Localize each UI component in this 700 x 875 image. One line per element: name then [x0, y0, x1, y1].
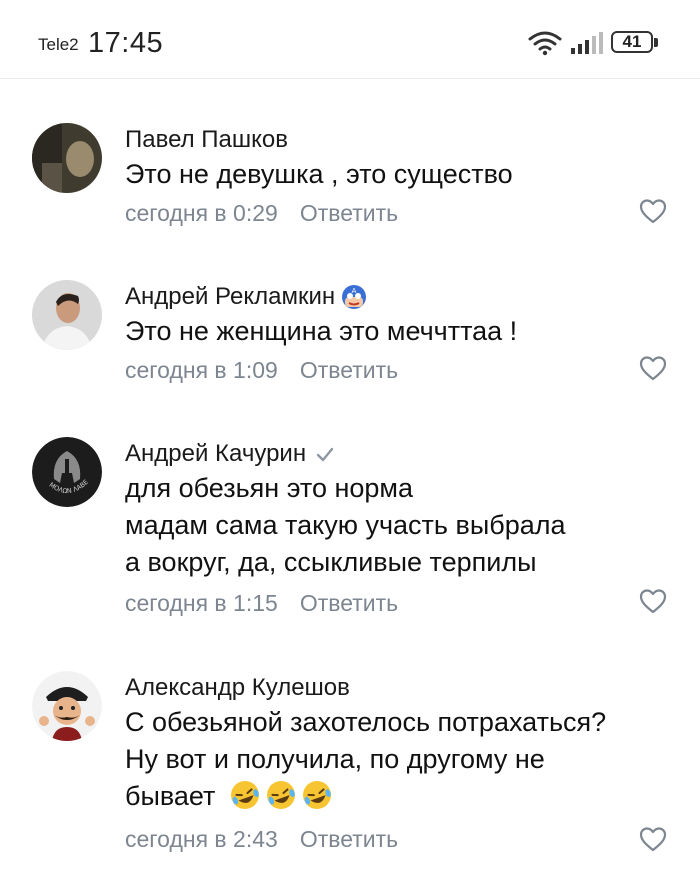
status-bar: Tele2 17:45 41	[0, 0, 700, 79]
comment-date: сегодня в 1:09	[125, 357, 278, 383]
avatar[interactable]: ΜΟΛΩΝ ΛΑΒΕ	[32, 437, 102, 507]
comment-author[interactable]: Андрей Качурин	[125, 440, 306, 468]
avatar[interactable]	[32, 671, 102, 741]
comment-text: для обезьян это норма мадам сама такую у…	[125, 473, 566, 577]
comment-text: С обезьяной захотелось потрахаться? Ну в…	[125, 707, 607, 811]
comment-date: сегодня в 0:29	[125, 200, 278, 226]
rolling-laughing-emoji-icon	[231, 781, 260, 809]
carrier-name: Tele2	[38, 35, 79, 54]
comment-author[interactable]: Андрей Рекламкин	[125, 283, 335, 311]
checkmark-icon	[316, 447, 334, 462]
user-photo-icon	[32, 280, 102, 350]
comment-date: сегодня в 2:43	[125, 826, 278, 852]
status-time: 17:45	[88, 27, 164, 59]
comment-text: Это не девушка , это существо	[125, 159, 513, 189]
reply-button[interactable]: Ответить	[300, 590, 398, 616]
rolling-laughing-emoji-icon	[303, 781, 332, 809]
comment-meta: сегодня в 0:29 Ответить	[125, 200, 398, 227]
reply-button[interactable]: Ответить	[300, 826, 398, 852]
svg-text:A: A	[352, 287, 357, 295]
battery-level: 41	[622, 32, 642, 51]
battery-indicator: 41	[611, 31, 661, 55]
heart-outline-icon[interactable]	[639, 826, 667, 852]
captain-america-emoji-icon: A	[342, 285, 367, 309]
heart-outline-icon[interactable]	[639, 588, 667, 614]
avatar[interactable]	[32, 123, 102, 193]
comment-text: Это не женщина это меччттаа !	[125, 316, 518, 346]
heart-outline-icon[interactable]	[639, 355, 667, 381]
comment-author[interactable]: Александр Кулешов	[125, 674, 350, 702]
reply-button[interactable]: Ответить	[300, 357, 398, 383]
comment-meta: сегодня в 1:15 Ответить	[125, 590, 398, 617]
cartoon-avatar-icon	[32, 671, 102, 741]
avatar[interactable]	[32, 280, 102, 350]
comment-author[interactable]: Павел Пашков	[125, 126, 288, 154]
user-photo-icon	[32, 123, 102, 193]
spartan-helmet-logo-icon: ΜΟΛΩΝ ΛΑΒΕ	[32, 437, 102, 507]
wifi-icon	[528, 31, 562, 56]
comment-meta: сегодня в 2:43 Ответить	[125, 826, 398, 853]
rolling-laughing-emoji-icon	[267, 781, 296, 809]
comment-meta: сегодня в 1:09 Ответить	[125, 357, 398, 384]
comment-date: сегодня в 1:15	[125, 590, 278, 616]
signal-bars-icon	[571, 32, 603, 54]
reply-button[interactable]: Ответить	[300, 200, 398, 226]
heart-outline-icon[interactable]	[639, 198, 667, 224]
